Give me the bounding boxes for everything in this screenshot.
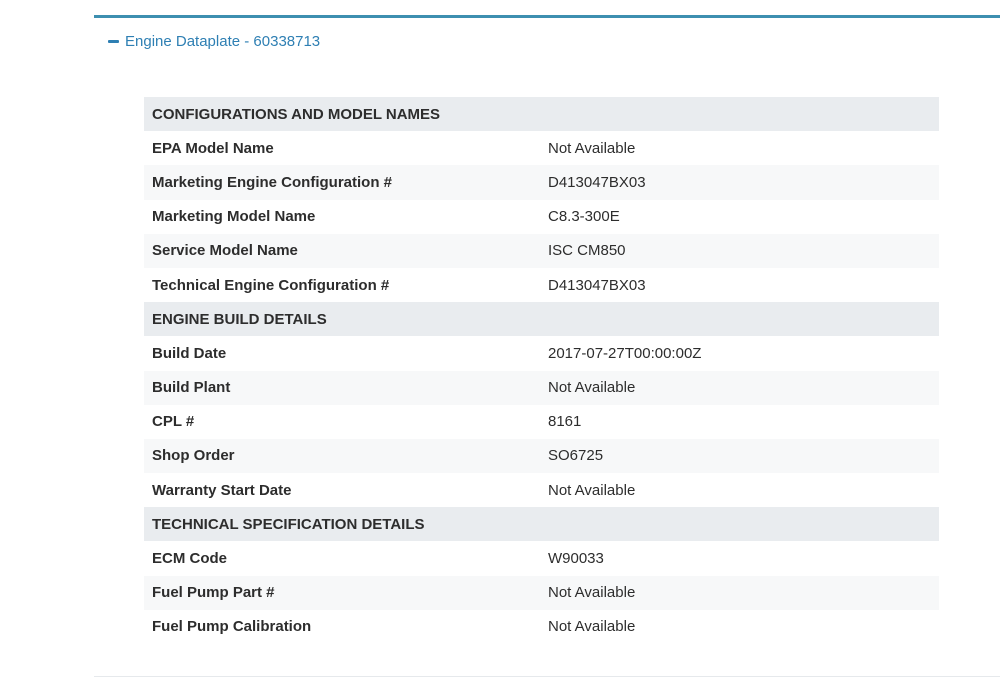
row-value: W90033 bbox=[548, 550, 604, 568]
row-label: Marketing Model Name bbox=[152, 208, 316, 226]
table-row: Shop Order SO6725 bbox=[144, 438, 939, 474]
collapse-toggle[interactable]: Engine Dataplate - 60338713 bbox=[108, 33, 320, 50]
panel-title[interactable]: Engine Dataplate - 60338713 bbox=[125, 33, 320, 50]
engine-dataplate-panel: Engine Dataplate - 60338713 CONFIGURATIO… bbox=[94, 15, 1000, 677]
table-row: Marketing Engine Configuration # D413047… bbox=[144, 165, 939, 200]
dataplate-table: CONFIGURATIONS AND MODEL NAMES EPA Model… bbox=[144, 97, 939, 644]
row-label: Fuel Pump Calibration bbox=[152, 618, 312, 636]
row-value: Not Available bbox=[548, 618, 636, 636]
row-label: Service Model Name bbox=[152, 242, 298, 260]
table-row: ECM Code W90033 bbox=[144, 541, 939, 576]
table-row: CPL # 8161 bbox=[144, 404, 939, 439]
row-label: Warranty Start Date bbox=[152, 481, 292, 499]
table-row: Fuel Pump Calibration Not Available bbox=[144, 609, 939, 644]
section-header: TECHNICAL SPECIFICATION DETAILS bbox=[144, 507, 939, 542]
table-row: Warranty Start Date Not Available bbox=[144, 473, 939, 508]
table-row: Technical Engine Configuration # D413047… bbox=[144, 267, 939, 303]
row-label: Shop Order bbox=[152, 447, 235, 465]
row-value: ISC CM850 bbox=[548, 242, 626, 260]
table-row: Fuel Pump Part # Not Available bbox=[144, 575, 939, 610]
row-value: SO6725 bbox=[548, 447, 604, 465]
section-heading: ENGINE BUILD DETAILS bbox=[152, 310, 327, 328]
table-row: Build Date 2017-07-27T00:00:00Z bbox=[144, 336, 939, 371]
row-label: Technical Engine Configuration # bbox=[152, 276, 390, 294]
row-value: D413047BX03 bbox=[548, 276, 646, 294]
row-label: EPA Model Name bbox=[152, 139, 274, 157]
section-heading: CONFIGURATIONS AND MODEL NAMES bbox=[152, 105, 441, 123]
row-label: Build Date bbox=[152, 344, 227, 362]
row-value: Not Available bbox=[548, 481, 636, 499]
row-value: Not Available bbox=[548, 139, 636, 157]
row-label: Fuel Pump Part # bbox=[152, 584, 275, 602]
section-header: CONFIGURATIONS AND MODEL NAMES bbox=[144, 97, 939, 132]
row-label: ECM Code bbox=[152, 550, 227, 568]
table-row: Marketing Model Name C8.3-300E bbox=[144, 199, 939, 234]
row-label: CPL # bbox=[152, 413, 195, 431]
section-header: ENGINE BUILD DETAILS bbox=[144, 302, 939, 337]
table-row: Service Model Name ISC CM850 bbox=[144, 233, 939, 268]
row-value: Not Available bbox=[548, 379, 636, 397]
row-value: 8161 bbox=[548, 413, 582, 431]
row-value: D413047BX03 bbox=[548, 173, 646, 191]
row-label: Marketing Engine Configuration # bbox=[152, 173, 393, 191]
table-row: EPA Model Name Not Available bbox=[144, 131, 939, 166]
row-value: Not Available bbox=[548, 584, 636, 602]
row-value: C8.3-300E bbox=[548, 208, 620, 226]
minus-icon[interactable] bbox=[108, 40, 119, 43]
row-value: 2017-07-27T00:00:00Z bbox=[548, 344, 702, 362]
row-label: Build Plant bbox=[152, 379, 231, 397]
table-row: Build Plant Not Available bbox=[144, 370, 939, 405]
section-heading: TECHNICAL SPECIFICATION DETAILS bbox=[152, 515, 425, 533]
